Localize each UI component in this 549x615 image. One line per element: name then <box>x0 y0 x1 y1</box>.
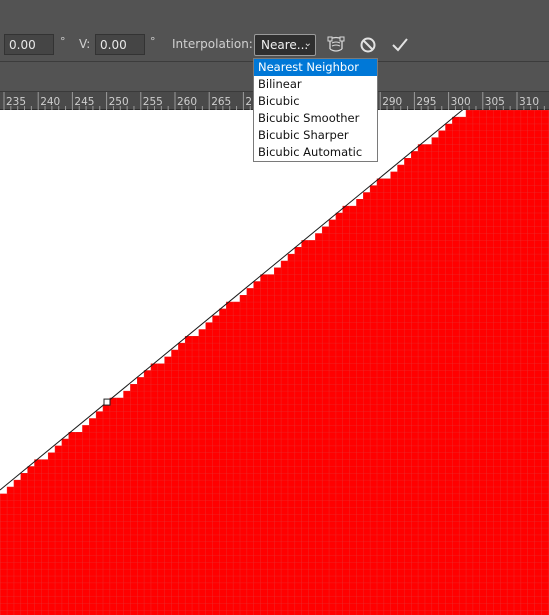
options-bar: ° V: ° Interpolation: Neare... ⌄ <box>0 0 549 62</box>
ruler-label: 290 <box>382 96 402 108</box>
red-pixel-region <box>0 110 549 615</box>
vertical-skew-input[interactable] <box>95 34 145 55</box>
ruler-label: 305 <box>485 96 505 108</box>
warp-mode-icon[interactable] <box>326 35 346 55</box>
ruler-label: 245 <box>74 96 94 108</box>
interpolation-option[interactable]: Bilinear <box>254 76 377 93</box>
horizontal-skew-input[interactable] <box>4 34 54 55</box>
ruler-label: 295 <box>416 96 436 108</box>
v-label: V: <box>79 37 91 51</box>
ruler-label: 260 <box>177 96 197 108</box>
ruler-label: 265 <box>211 96 231 108</box>
interpolation-option[interactable]: Bicubic Automatic <box>254 144 377 161</box>
commit-transform-icon[interactable] <box>390 35 410 55</box>
interpolation-dropdown-menu: Nearest Neighbor Bilinear Bicubic Bicubic S… <box>253 58 378 162</box>
h-degree-unit: ° <box>60 35 66 48</box>
interpolation-value: Neare... <box>261 38 309 52</box>
chevron-down-icon: ⌄ <box>303 38 312 49</box>
ruler-label: 235 <box>6 96 26 108</box>
document-canvas[interactable] <box>0 110 549 615</box>
interpolation-select[interactable]: Neare... ⌄ <box>254 34 316 56</box>
interpolation-label: Interpolation: <box>172 37 253 51</box>
cancel-transform-icon[interactable] <box>358 35 378 55</box>
interpolation-option[interactable]: Nearest Neighbor <box>254 59 377 76</box>
ruler-label: 300 <box>451 96 471 108</box>
ruler-label: 310 <box>519 96 539 108</box>
interpolation-option[interactable]: Bicubic <box>254 93 377 110</box>
interpolation-option[interactable]: Bicubic Smoother <box>254 110 377 127</box>
transform-handle[interactable] <box>103 398 111 406</box>
interpolation-option[interactable]: Bicubic Sharper <box>254 127 377 144</box>
ruler-label: 250 <box>109 96 129 108</box>
ruler-label: 240 <box>40 96 60 108</box>
v-degree-unit: ° <box>150 35 156 48</box>
ruler-label: 255 <box>143 96 163 108</box>
